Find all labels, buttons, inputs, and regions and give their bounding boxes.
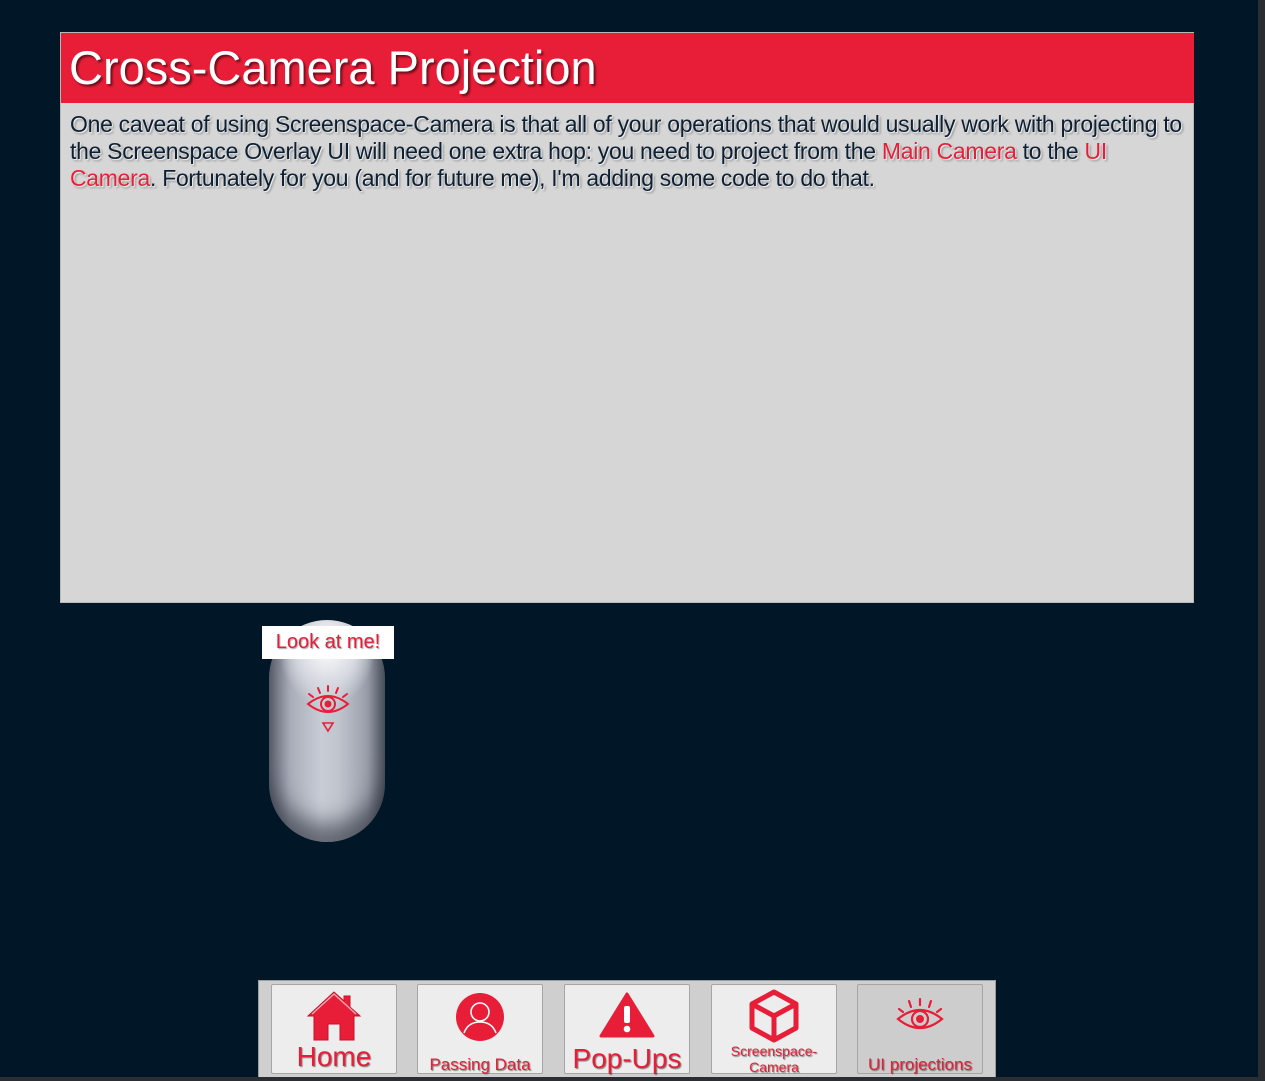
nav-popups-button[interactable]: Pop-Ups bbox=[564, 984, 690, 1074]
game-viewport: Cross-Camera Projection One caveat of us… bbox=[0, 0, 1258, 1077]
nav-home-label: Home bbox=[296, 1041, 372, 1072]
nav-popups-label: Pop-Ups bbox=[572, 1043, 682, 1074]
info-panel: Cross-Camera Projection One caveat of us… bbox=[60, 32, 1194, 603]
nav-screenspace-camera-label: Screenspace- Camera bbox=[730, 1043, 818, 1075]
body-text-part: . Fortunately for you (and for future me… bbox=[150, 165, 875, 191]
bottom-nav-bar: Home Passing Data Pop-Ups Screenspace- C… bbox=[258, 980, 996, 1077]
home-icon bbox=[306, 991, 362, 1041]
panel-header: Cross-Camera Projection bbox=[61, 33, 1194, 103]
look-at-me-label: Look at me! bbox=[262, 626, 394, 659]
body-text-part: to the bbox=[1016, 138, 1085, 164]
nav-passing-data-button[interactable]: Passing Data bbox=[417, 984, 543, 1074]
cube-icon bbox=[749, 989, 799, 1043]
nav-ui-projections-button[interactable]: UI projections bbox=[857, 984, 983, 1074]
nav-home-button[interactable]: Home bbox=[271, 984, 397, 1074]
nav-passing-data-label: Passing Data bbox=[429, 1055, 531, 1074]
nav-ui-projections-label: UI projections bbox=[868, 1055, 972, 1074]
main-camera-highlight: Main Camera bbox=[881, 138, 1017, 164]
warning-icon bbox=[599, 992, 655, 1038]
panel-title: Cross-Camera Projection bbox=[69, 41, 597, 94]
nav-screenspace-camera-button[interactable]: Screenspace- Camera bbox=[711, 984, 837, 1075]
user-icon bbox=[456, 993, 504, 1041]
panel-body-text: One caveat of using Screenspace-Camera i… bbox=[70, 111, 1185, 192]
eye-icon bbox=[896, 997, 944, 1030]
eye-icon bbox=[306, 685, 350, 733]
